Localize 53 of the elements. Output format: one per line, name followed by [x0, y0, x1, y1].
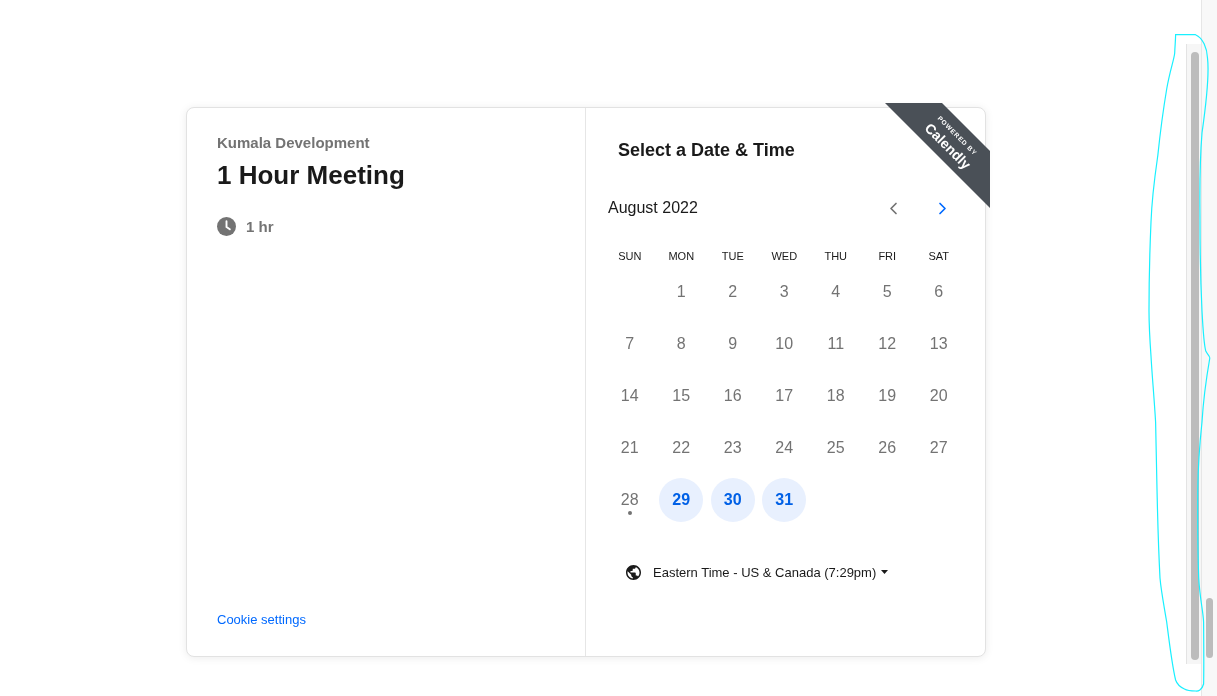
- date-number: 7: [625, 334, 635, 354]
- month-label: August 2022: [608, 199, 698, 217]
- date-number: 4: [831, 282, 841, 302]
- weekday-label: THU: [824, 249, 848, 263]
- weekday-label: MON: [668, 249, 695, 263]
- date-number: 9: [728, 334, 738, 354]
- organizer-name: Kumala Development: [217, 133, 370, 153]
- timezone-dropdown[interactable]: Eastern Time - US & Canada (7:29pm): [626, 560, 889, 584]
- weekday-label: FRI: [878, 249, 897, 263]
- weekday-label: TUE: [721, 249, 744, 263]
- date-number: 2: [728, 282, 738, 302]
- date-number: 22: [672, 438, 691, 458]
- date-number: 11: [827, 334, 845, 354]
- date-number: 27: [929, 438, 948, 458]
- date-number: 21: [620, 438, 639, 458]
- date-number: 14: [620, 386, 639, 406]
- date-number: 8: [676, 334, 686, 354]
- event-title: 1 Hour Meeting: [217, 159, 405, 191]
- date-button[interactable]: 31: [762, 478, 807, 522]
- scrollbar-thumb[interactable]: [1191, 52, 1199, 660]
- date-number: 25: [826, 438, 845, 458]
- globe-icon: [626, 564, 641, 580]
- date-number: 12: [878, 334, 897, 354]
- chevron-left-icon: [888, 201, 898, 215]
- caret-down-icon: [881, 570, 889, 574]
- date-number: 3: [779, 282, 789, 302]
- date-number: 28: [620, 490, 639, 510]
- date-number: 10: [775, 334, 794, 354]
- date-button[interactable]: 29: [659, 478, 704, 522]
- date-number: 13: [929, 334, 948, 354]
- chevron-right-icon: [937, 201, 947, 215]
- date-number: 1: [676, 282, 686, 302]
- weekday-label: WED: [771, 249, 798, 263]
- date-number: 19: [878, 386, 897, 406]
- weekday-label: SAT: [928, 249, 950, 263]
- section-heading: Select a Date & Time: [618, 139, 795, 162]
- date-number: 6: [934, 282, 944, 302]
- cookie-settings-link[interactable]: Cookie settings: [217, 610, 306, 630]
- date-number: 23: [723, 438, 742, 458]
- date-number: 15: [672, 386, 691, 406]
- date-button[interactable]: 30: [710, 478, 755, 522]
- date-number: 18: [826, 386, 845, 406]
- date-number: 26: [878, 438, 897, 458]
- date-number: 20: [929, 386, 948, 406]
- date-number: 17: [775, 386, 794, 406]
- ribbon-banner[interactable]: [885, 103, 990, 208]
- date-number: 5: [882, 282, 892, 302]
- weekday-label: SUN: [618, 249, 642, 263]
- scrollbar-thumb[interactable]: [1206, 598, 1213, 658]
- date-number: 24: [775, 438, 794, 458]
- duration-label: 1 hr: [246, 217, 274, 235]
- date-number: 16: [723, 386, 742, 406]
- clock-icon: [217, 216, 236, 236]
